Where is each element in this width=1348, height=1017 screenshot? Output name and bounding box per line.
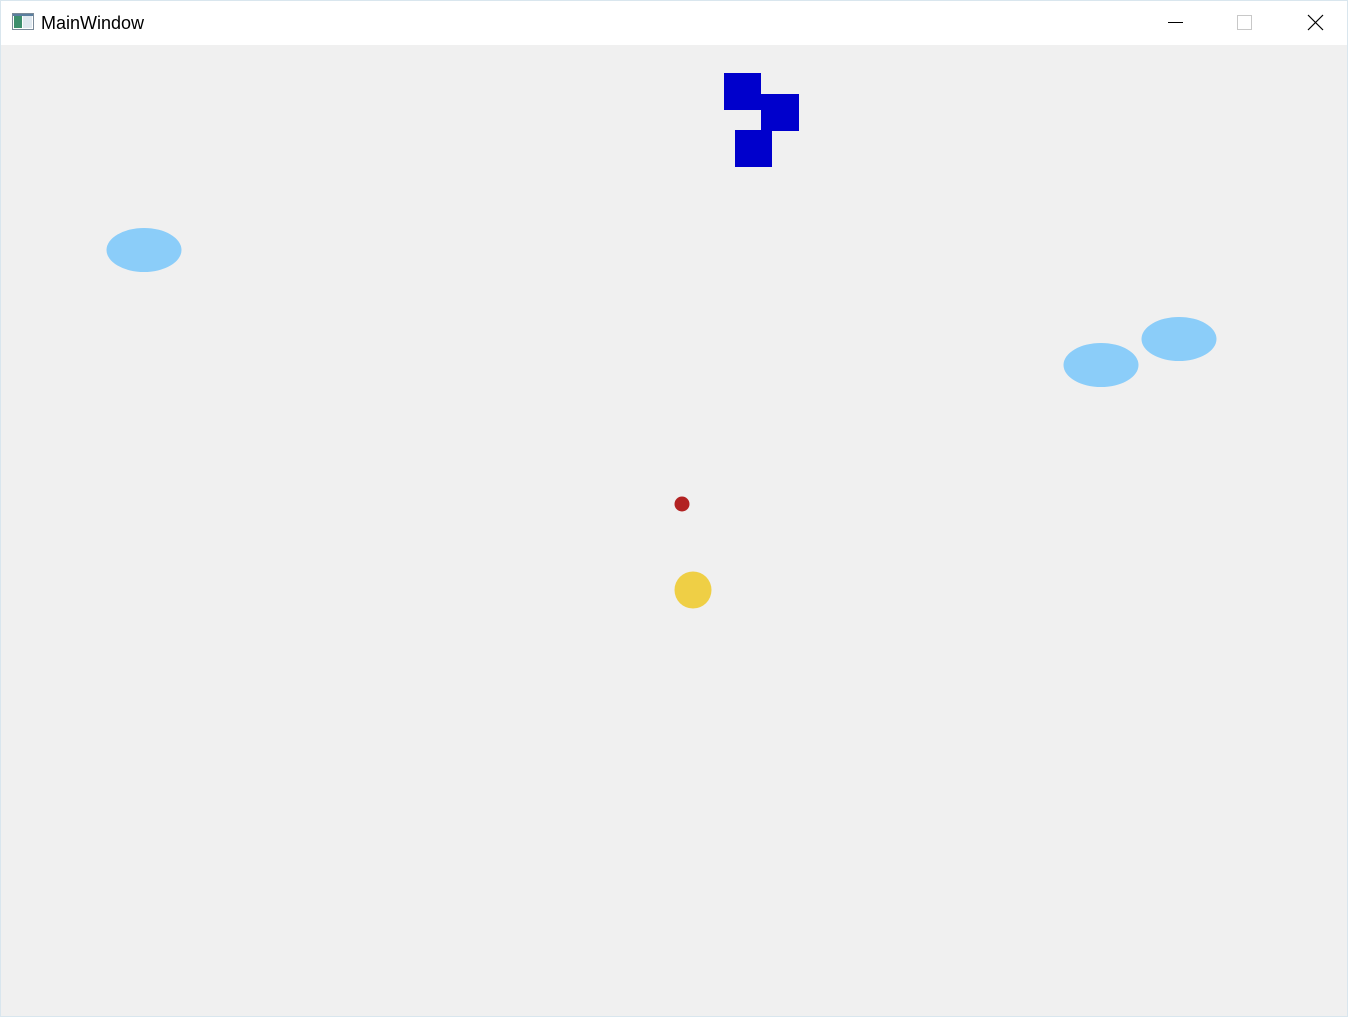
projectile bbox=[674, 496, 690, 512]
enemy bbox=[1063, 343, 1139, 387]
close-icon bbox=[1307, 14, 1324, 31]
window-title: MainWindow bbox=[41, 13, 145, 33]
minimize-icon bbox=[1168, 22, 1183, 23]
enemy bbox=[1141, 317, 1217, 361]
maximize-icon bbox=[1237, 15, 1252, 30]
minimize-button[interactable] bbox=[1152, 1, 1198, 45]
maximize-button[interactable] bbox=[1221, 1, 1267, 45]
enemy bbox=[106, 228, 182, 272]
player-ship bbox=[724, 73, 799, 167]
title-bar[interactable]: MainWindow bbox=[1, 1, 1347, 45]
game-canvas[interactable] bbox=[1, 45, 1347, 1016]
coin bbox=[674, 571, 712, 609]
main-window: MainWindow bbox=[0, 0, 1348, 1017]
close-button[interactable] bbox=[1292, 1, 1338, 45]
app-icon bbox=[12, 13, 34, 30]
